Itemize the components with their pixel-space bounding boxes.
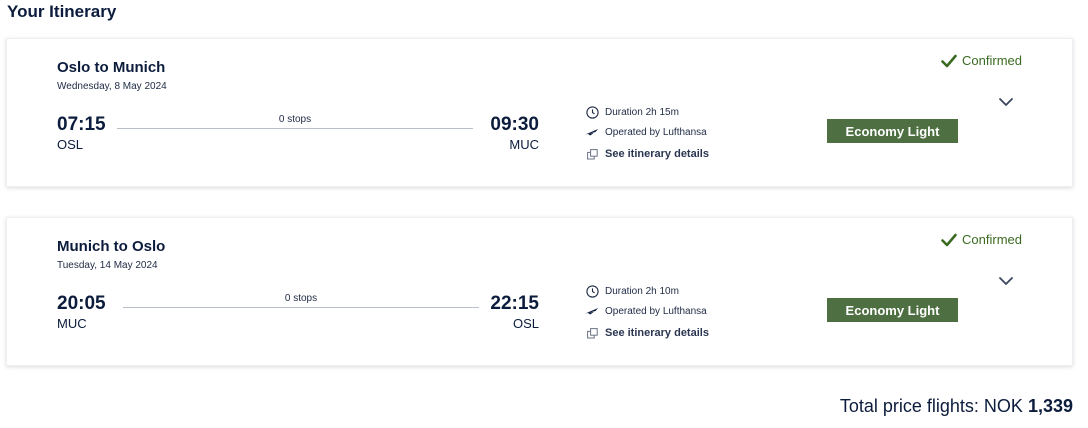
total-price: Total price flights: NOK 1,339 <box>840 396 1073 417</box>
departure-airport-code: OSL <box>57 137 84 152</box>
departure-time: 07:15 <box>57 114 106 135</box>
external-link-icon <box>585 326 599 340</box>
stops-label: 0 stops <box>284 293 318 304</box>
route-title: Munich to Oslo <box>57 238 166 255</box>
stops-label: 0 stops <box>278 114 312 125</box>
fare-badge: Economy Light <box>827 298 958 322</box>
status-badge: Confirmed <box>941 232 1022 247</box>
check-icon <box>941 233 957 246</box>
check-icon <box>941 54 957 67</box>
arrival-airport-code: MUC <box>509 137 539 152</box>
airline-logo-icon <box>585 304 599 318</box>
route-line <box>117 128 473 129</box>
airline-logo-icon <box>585 125 599 139</box>
itinerary-details-link[interactable]: See itinerary details <box>585 326 709 340</box>
route-line <box>123 307 479 308</box>
flight-date: Tuesday, 14 May 2024 <box>57 260 158 271</box>
status-text: Confirmed <box>962 232 1022 247</box>
operator-row: Operated by Lufthansa <box>585 304 707 318</box>
status-badge: Confirmed <box>941 53 1022 68</box>
chevron-down-icon[interactable] <box>998 276 1014 286</box>
details-link-text: See itinerary details <box>605 327 709 339</box>
clock-icon <box>585 105 599 119</box>
total-price-label: Total price flights: <box>839 396 979 416</box>
route-title: Oslo to Munich <box>57 59 166 76</box>
operator-text: Operated by Lufthansa <box>605 305 707 317</box>
total-amount: 1,339 <box>1027 396 1073 416</box>
clock-icon <box>585 284 599 298</box>
page-title: Your Itinerary <box>7 2 117 21</box>
arrival-time: 09:30 <box>490 114 539 135</box>
external-link-icon <box>585 147 599 161</box>
itinerary-details-link[interactable]: See itinerary details <box>585 147 709 161</box>
flight-date: Wednesday, 8 May 2024 <box>57 81 167 92</box>
fare-badge: Economy Light <box>827 119 958 143</box>
duration-text: Duration 2h 15m <box>605 106 679 118</box>
departure-airport-code: MUC <box>57 316 87 331</box>
status-text: Confirmed <box>962 53 1022 68</box>
duration-text: Duration 2h 10m <box>605 285 679 297</box>
duration-row: Duration 2h 10m <box>585 284 679 298</box>
details-link-text: See itinerary details <box>605 148 709 160</box>
departure-time: 20:05 <box>57 293 106 314</box>
flight-card-return: Munich to Oslo Tuesday, 14 May 2024 20:0… <box>6 217 1073 366</box>
currency: NOK <box>983 396 1023 416</box>
flight-card-outbound: Oslo to Munich Wednesday, 8 May 2024 07:… <box>6 38 1073 187</box>
operator-text: Operated by Lufthansa <box>605 126 707 138</box>
duration-row: Duration 2h 15m <box>585 105 679 119</box>
chevron-down-icon[interactable] <box>998 97 1014 107</box>
itinerary-page: Your Itinerary Oslo to Munich Wednesday,… <box>0 0 1088 428</box>
arrival-airport-code: OSL <box>512 316 539 331</box>
arrival-time: 22:15 <box>490 293 539 314</box>
operator-row: Operated by Lufthansa <box>585 125 707 139</box>
